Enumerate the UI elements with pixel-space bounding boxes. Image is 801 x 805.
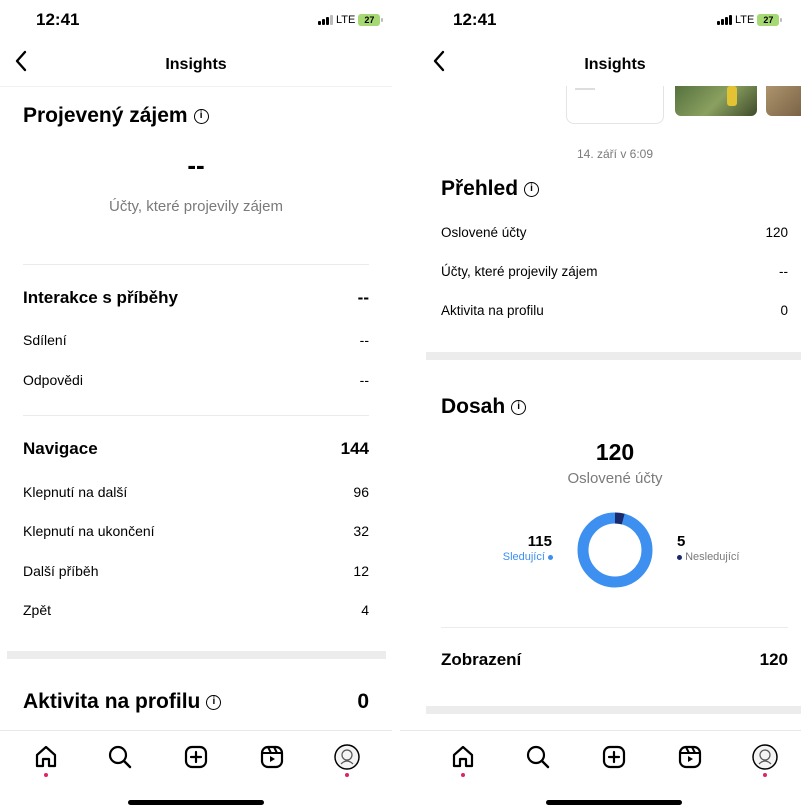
row-value: -- [779, 264, 788, 279]
create-icon[interactable] [601, 744, 627, 770]
status-indicators: LTE 27 [717, 14, 783, 26]
row-value: 4 [361, 602, 369, 618]
followers-legend: Sledující [470, 551, 553, 563]
info-icon[interactable]: i [511, 399, 527, 415]
notification-dot [44, 773, 48, 777]
row-value: -- [359, 332, 369, 348]
network-label: LTE [735, 14, 755, 26]
interest-section-title: Projevený zájem i [23, 104, 209, 128]
home-indicator [128, 800, 264, 805]
navigation-title: Navigace [23, 439, 98, 458]
home-icon[interactable] [33, 744, 59, 770]
reels-icon[interactable] [677, 744, 703, 770]
notification-dot [763, 773, 767, 777]
row-label: Aktivita na profilu [441, 303, 544, 318]
row-value: 0 [780, 303, 788, 318]
divider [23, 415, 369, 416]
reels-icon[interactable] [259, 744, 285, 770]
interest-subtitle: Účty, které projevily zájem [109, 198, 283, 215]
row-value: 120 [765, 225, 788, 240]
signal-icon [717, 15, 732, 25]
section-separator [426, 352, 801, 360]
tabbar-divider [400, 730, 801, 731]
navigation-total: 144 [340, 439, 369, 458]
profile-avatar[interactable] [752, 744, 778, 770]
row-value: 96 [353, 484, 369, 500]
donut-followers-arc [577, 512, 653, 588]
battery-icon: 27 [757, 14, 783, 26]
profile-activity-title: Aktivita na profilu i [23, 690, 222, 714]
row-label: Zpět [23, 602, 52, 618]
impressions-value: 120 [759, 650, 788, 669]
search-icon[interactable] [107, 744, 133, 770]
reach-total: 120 [595, 439, 635, 465]
page-title: Insights [165, 56, 227, 73]
network-label: LTE [336, 14, 356, 26]
status-indicators: LTE 27 [318, 14, 384, 26]
info-icon[interactable]: i [206, 694, 222, 710]
impressions-title: Zobrazení [441, 650, 522, 669]
followers-value: 115 [527, 533, 552, 550]
overview-title: Přehled i [441, 177, 540, 201]
status-time: 12:41 [36, 10, 80, 29]
reach-title: Dosah i [441, 395, 527, 419]
header-divider [0, 86, 392, 87]
non-followers-value: 5 [677, 533, 686, 550]
row-label: Klepnutí na další [23, 484, 128, 500]
tabbar-divider [0, 730, 392, 731]
profile-avatar[interactable] [334, 744, 360, 770]
page-title: Insights [584, 56, 646, 73]
story-interactions-title: Interakce s příběhy [23, 288, 178, 307]
post-date: 14. září v 6:09 [576, 147, 654, 161]
battery-icon: 27 [358, 14, 384, 26]
home-indicator [546, 800, 682, 805]
reach-total-label: Oslovené účty [567, 470, 663, 487]
divider [441, 627, 788, 628]
home-icon[interactable] [450, 744, 476, 770]
section-separator [426, 706, 801, 714]
donut-non-followers-arc [614, 512, 625, 525]
row-label: Další příběh [23, 563, 99, 579]
row-label: Odpovědi [23, 372, 83, 388]
row-label: Účty, které projevily zájem [441, 264, 598, 279]
search-icon[interactable] [525, 744, 551, 770]
non-followers-dot [677, 554, 682, 560]
row-label: Sdílení [23, 332, 67, 348]
create-icon[interactable] [183, 744, 209, 770]
followers-dot [548, 554, 553, 560]
interest-value: -- [187, 150, 205, 180]
info-icon[interactable]: i [193, 108, 209, 124]
profile-activity-value: 0 [357, 690, 369, 713]
info-icon[interactable]: i [524, 181, 540, 197]
notification-dot [345, 773, 349, 777]
row-label: Klepnutí na ukončení [23, 523, 155, 539]
status-time: 12:41 [453, 10, 497, 29]
row-value: -- [359, 372, 369, 388]
row-label: Oslovené účty [441, 225, 527, 240]
notification-dot [461, 773, 465, 777]
row-value: 32 [353, 523, 369, 539]
reach-donut-chart [577, 512, 653, 588]
signal-icon [318, 15, 333, 25]
story-interactions-total: -- [357, 288, 369, 307]
divider [23, 264, 369, 265]
non-followers-legend: Nesledující [677, 551, 739, 563]
row-value: 12 [353, 563, 369, 579]
section-separator [7, 651, 386, 659]
